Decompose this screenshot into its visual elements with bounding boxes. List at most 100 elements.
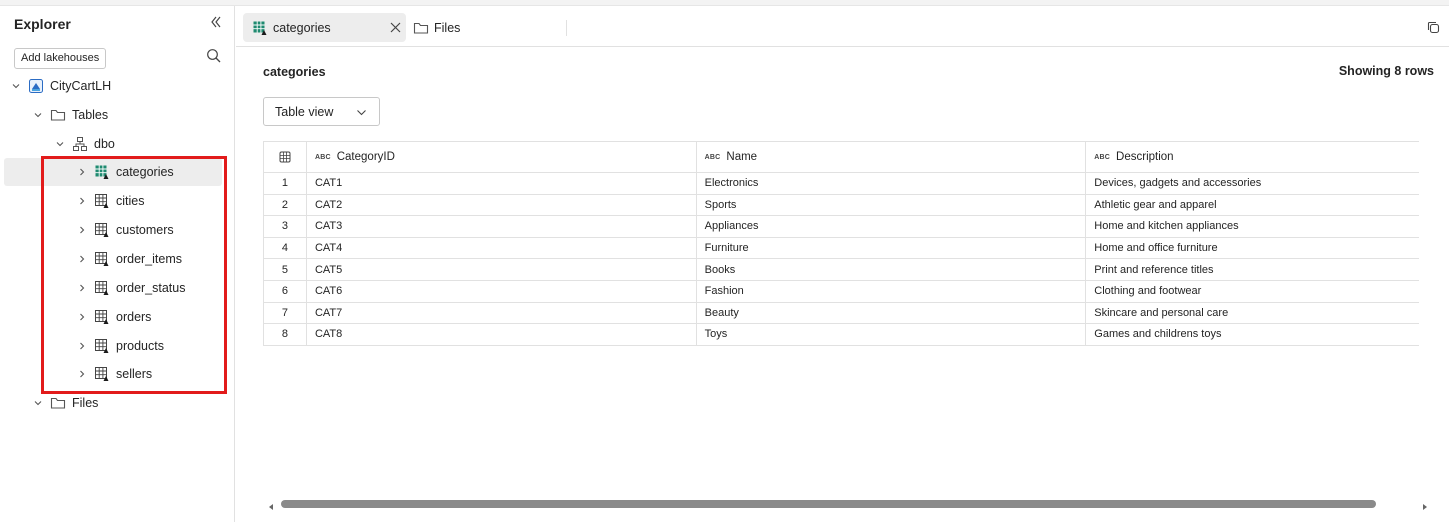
chevron-right-icon[interactable] xyxy=(76,195,88,207)
tree-item-sellers[interactable]: sellers xyxy=(4,360,222,388)
table-cell[interactable]: CAT7 xyxy=(307,302,697,324)
table-cell[interactable]: Furniture xyxy=(697,237,1087,259)
grid-corner-icon[interactable] xyxy=(264,142,307,172)
copy-icon[interactable] xyxy=(1426,20,1441,35)
table-cell[interactable]: CAT5 xyxy=(307,259,697,280)
row-number: 6 xyxy=(264,280,307,302)
tree-item-label: CityCartLH xyxy=(50,79,112,93)
table-cell[interactable]: Clothing and footwear xyxy=(1086,281,1419,302)
table-cell[interactable]: Home and office furniture xyxy=(1086,238,1419,259)
data-grid: ABC CategoryID ABC Name ABC Description 1 C… xyxy=(263,141,1419,346)
table-cell[interactable]: Devices, gadgets and accessories xyxy=(1086,173,1419,194)
column-header-description[interactable]: ABC Description xyxy=(1086,142,1419,172)
table-row[interactable]: 4 CAT4 Furniture Home and office furnitu… xyxy=(264,237,1419,260)
table-cell[interactable]: CAT6 xyxy=(307,280,697,302)
row-number: 2 xyxy=(264,194,307,216)
column-header-name[interactable]: ABC Name xyxy=(697,142,1087,172)
chevron-right-icon[interactable] xyxy=(76,282,88,294)
horizontal-scrollbar[interactable] xyxy=(263,496,1433,512)
table-cell[interactable]: Games and childrens toys xyxy=(1086,324,1419,345)
tree-item-files[interactable]: Files xyxy=(4,389,222,417)
scroll-right-icon[interactable] xyxy=(1421,500,1429,510)
folder-icon xyxy=(50,107,66,123)
table-cell[interactable]: CAT4 xyxy=(307,237,697,259)
table-cell[interactable]: CAT2 xyxy=(307,194,697,216)
chevron-right-icon[interactable] xyxy=(76,311,88,323)
tree-item-tables[interactable]: Tables xyxy=(4,101,222,129)
table-icon xyxy=(94,280,110,296)
table-cell[interactable]: Print and reference titles xyxy=(1086,259,1419,280)
chevron-down-icon[interactable] xyxy=(32,397,44,409)
tab-separator xyxy=(566,20,567,36)
tree-item-customers[interactable]: customers xyxy=(4,216,222,244)
search-icon[interactable] xyxy=(206,48,224,66)
table-row[interactable]: 5 CAT5 Books Print and reference titles xyxy=(264,259,1419,281)
tree-item-dbo[interactable]: dbo xyxy=(4,130,222,158)
table-row[interactable]: 1 CAT1 Electronics Devices, gadgets and … xyxy=(264,173,1419,195)
tree-item-label: order_status xyxy=(116,281,186,295)
tree-item-products[interactable]: products xyxy=(4,332,222,360)
table-cell[interactable]: CAT1 xyxy=(307,173,697,194)
chevron-right-icon[interactable] xyxy=(76,368,88,380)
table-cell[interactable]: CAT8 xyxy=(307,324,697,345)
tree-item-label: dbo xyxy=(94,137,115,151)
tree-item-citycartlh[interactable]: CityCartLH xyxy=(4,72,222,100)
chevron-down-icon[interactable] xyxy=(54,138,66,150)
close-icon[interactable] xyxy=(389,21,402,34)
string-type-icon: ABC xyxy=(1094,153,1111,161)
explorer-sidebar: Explorer Add lakehouses CityCartLH Table… xyxy=(0,6,235,522)
view-mode-select[interactable]: Table view xyxy=(263,97,380,126)
table-cell[interactable]: CAT3 xyxy=(307,216,697,237)
folder-icon xyxy=(50,395,66,411)
chevron-right-icon[interactable] xyxy=(76,224,88,236)
tree-item-cities[interactable]: cities xyxy=(4,187,222,215)
tree-item-categories[interactable]: categories xyxy=(4,158,222,186)
chevron-down-icon[interactable] xyxy=(10,80,22,92)
row-number: 8 xyxy=(264,324,307,345)
table-cell[interactable]: Appliances xyxy=(697,216,1087,237)
tab-categories[interactable]: categories xyxy=(243,13,406,42)
table-row[interactable]: 3 CAT3 Appliances Home and kitchen appli… xyxy=(264,216,1419,238)
column-header-label: CategoryID xyxy=(336,151,395,163)
column-header-label: Name xyxy=(726,151,758,163)
table-cell[interactable]: Athletic gear and apparel xyxy=(1086,195,1419,216)
folder-icon xyxy=(413,20,429,36)
tree-item-order-items[interactable]: order_items xyxy=(4,245,222,273)
table-row[interactable]: 2 CAT2 Sports Athletic gear and apparel xyxy=(264,194,1419,217)
table-icon xyxy=(94,338,110,354)
table-cell[interactable]: Electronics xyxy=(697,173,1087,194)
chevron-down-icon xyxy=(356,107,367,118)
scroll-left-icon[interactable] xyxy=(267,500,275,510)
table-row[interactable]: 8 CAT8 Toys Games and childrens toys xyxy=(264,324,1419,346)
tree-item-orders[interactable]: orders xyxy=(4,303,222,331)
chevron-right-icon[interactable] xyxy=(76,340,88,352)
table-cell[interactable]: Sports xyxy=(697,194,1087,216)
add-lakehouses-button[interactable]: Add lakehouses xyxy=(14,48,107,69)
tree-item-order-status[interactable]: order_status xyxy=(4,274,222,302)
table-cell[interactable]: Fashion xyxy=(697,280,1087,302)
chevron-right-icon[interactable] xyxy=(76,166,88,178)
table-cell[interactable]: Toys xyxy=(697,324,1087,345)
table-cell[interactable]: Books xyxy=(697,259,1087,280)
lakehouse-icon xyxy=(28,78,44,94)
chevron-right-icon[interactable] xyxy=(76,253,88,265)
table-header-row: ABC CategoryID ABC Name ABC Description xyxy=(264,142,1419,173)
scrollbar-thumb[interactable] xyxy=(281,500,1376,508)
row-number: 5 xyxy=(264,259,307,280)
tab-label: categories xyxy=(273,20,331,35)
schema-icon xyxy=(72,136,88,152)
view-mode-value: Table view xyxy=(275,104,334,119)
tab-files[interactable]: Files xyxy=(413,13,460,42)
tab-bar: categories Files xyxy=(236,6,1449,47)
tab-label: Files xyxy=(434,20,461,35)
table-row[interactable]: 7 CAT7 Beauty Skincare and personal care xyxy=(264,302,1419,325)
table-cell[interactable]: Skincare and personal care xyxy=(1086,303,1419,324)
collapse-sidebar-icon[interactable] xyxy=(207,15,225,33)
table-cell[interactable]: Beauty xyxy=(697,302,1087,324)
table-icon xyxy=(94,366,110,382)
table-cell[interactable]: Home and kitchen appliances xyxy=(1086,216,1419,237)
table-row[interactable]: 6 CAT6 Fashion Clothing and footwear xyxy=(264,280,1419,303)
chevron-down-icon[interactable] xyxy=(32,109,44,121)
table-icon xyxy=(94,222,110,238)
column-header-categoryid[interactable]: ABC CategoryID xyxy=(307,142,697,172)
